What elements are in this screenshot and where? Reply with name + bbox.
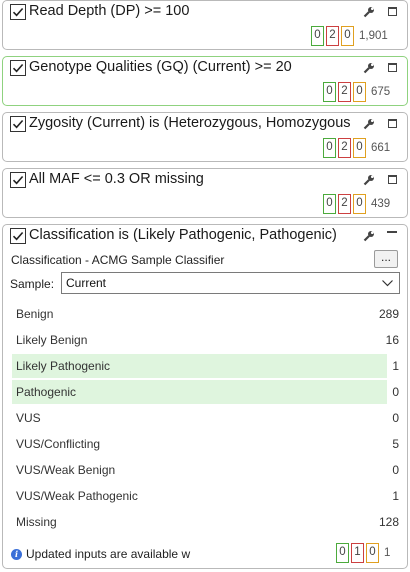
filter-total: 1,901	[359, 30, 388, 42]
count-red: 2	[338, 194, 351, 214]
class-row-count: 1	[392, 489, 399, 503]
class-row[interactable]: Missing 128	[12, 510, 399, 534]
filter-title: Genotype Qualities (GQ) (Current) >= 20	[29, 59, 292, 75]
class-row-label: VUS/Weak Pathogenic	[16, 489, 138, 503]
wrench-icon[interactable]	[363, 230, 375, 242]
sample-label: Sample:	[10, 277, 55, 291]
class-row-label: VUS/Weak Benign	[16, 463, 116, 477]
filter-total: 675	[371, 86, 391, 98]
info-icon: i	[11, 549, 22, 560]
filter-title: Read Depth (DP) >= 100	[29, 3, 190, 19]
class-row[interactable]: VUS/Weak Pathogenic 1	[12, 484, 399, 508]
maximize-icon[interactable]	[388, 175, 397, 184]
class-row-label: VUS	[16, 411, 41, 425]
maximize-icon[interactable]	[388, 119, 397, 128]
count-green: 0	[336, 543, 349, 563]
wrench-icon[interactable]	[363, 6, 375, 18]
class-row[interactable]: VUS 0	[12, 406, 399, 430]
class-row[interactable]: Likely Benign 16	[12, 328, 399, 352]
count-orange: 0	[353, 138, 366, 158]
filter-title: Classification is (Likely Pathogenic, Pa…	[29, 227, 337, 243]
wrench-icon[interactable]	[363, 174, 375, 186]
browse-button[interactable]: ...	[374, 250, 398, 268]
class-row-label: Likely Pathogenic	[16, 359, 111, 373]
class-row-count: 289	[378, 307, 399, 321]
collapse-icon[interactable]	[387, 231, 397, 233]
count-green: 0	[323, 82, 336, 102]
filter-card-classification: Classification is (Likely Pathogenic, Pa…	[2, 224, 408, 569]
maximize-icon[interactable]	[388, 7, 397, 16]
class-row-count: 128	[378, 515, 399, 529]
filter-total: 1	[384, 547, 391, 559]
count-orange: 0	[366, 543, 379, 563]
count-red: 1	[351, 543, 364, 563]
count-red: 2	[338, 138, 351, 158]
count-orange: 0	[341, 26, 354, 46]
wrench-icon[interactable]	[363, 118, 375, 130]
filter-checkbox[interactable]	[10, 172, 26, 188]
class-row-count: 0	[392, 463, 399, 477]
filter-checkbox[interactable]	[10, 116, 26, 132]
filter-checkbox[interactable]	[10, 60, 26, 76]
class-row-label: Likely Benign	[16, 333, 88, 347]
sample-select[interactable]: Current	[61, 272, 400, 294]
classifier-source: Classification - ACMG Sample Classifier	[11, 253, 225, 267]
filter-title: All MAF <= 0.3 OR missing	[29, 171, 204, 187]
class-row-selected[interactable]: Likely Pathogenic 1	[12, 354, 399, 378]
count-orange: 0	[353, 82, 366, 102]
count-red: 2	[326, 26, 339, 46]
chevron-down-icon	[382, 280, 393, 287]
class-row-count: 16	[385, 333, 399, 347]
class-row[interactable]: VUS/Conflicting 5	[12, 432, 399, 456]
filter-checkbox[interactable]	[10, 228, 26, 244]
class-row-label: Missing	[16, 515, 57, 529]
filter-checkbox[interactable]	[10, 4, 26, 20]
info-message: Updated inputs are available w	[26, 547, 191, 561]
class-row[interactable]: VUS/Weak Benign 0	[12, 458, 399, 482]
count-orange: 0	[353, 194, 366, 214]
filter-card-read-depth: Read Depth (DP) >= 100 0 2 0 1,901	[2, 0, 408, 50]
filter-card-maf: All MAF <= 0.3 OR missing 0 2 0 439	[2, 168, 408, 218]
count-green: 0	[311, 26, 324, 46]
wrench-icon[interactable]	[363, 62, 375, 74]
class-row[interactable]: Benign 289	[12, 302, 399, 326]
count-green: 0	[323, 194, 336, 214]
maximize-icon[interactable]	[388, 63, 397, 72]
count-red: 2	[338, 82, 351, 102]
class-row-count: 5	[392, 437, 399, 451]
class-row-count: 0	[392, 411, 399, 425]
class-row-count: 1	[392, 359, 399, 373]
class-row-label: VUS/Conflicting	[16, 437, 101, 451]
class-row-selected[interactable]: Pathogenic 0	[12, 380, 399, 404]
class-row-label: Pathogenic	[16, 385, 77, 399]
class-row-count: 0	[392, 385, 399, 399]
sample-select-value: Current	[66, 276, 107, 290]
filter-card-zygosity: Zygosity (Current) is (Heterozygous, Hom…	[2, 112, 408, 162]
count-green: 0	[323, 138, 336, 158]
filter-total: 439	[371, 198, 391, 210]
class-row-label: Benign	[16, 307, 54, 321]
filter-title: Zygosity (Current) is (Heterozygous, Hom…	[29, 115, 351, 131]
filter-total: 661	[371, 142, 391, 154]
filter-card-genotype-quality: Genotype Qualities (GQ) (Current) >= 20 …	[2, 56, 408, 106]
